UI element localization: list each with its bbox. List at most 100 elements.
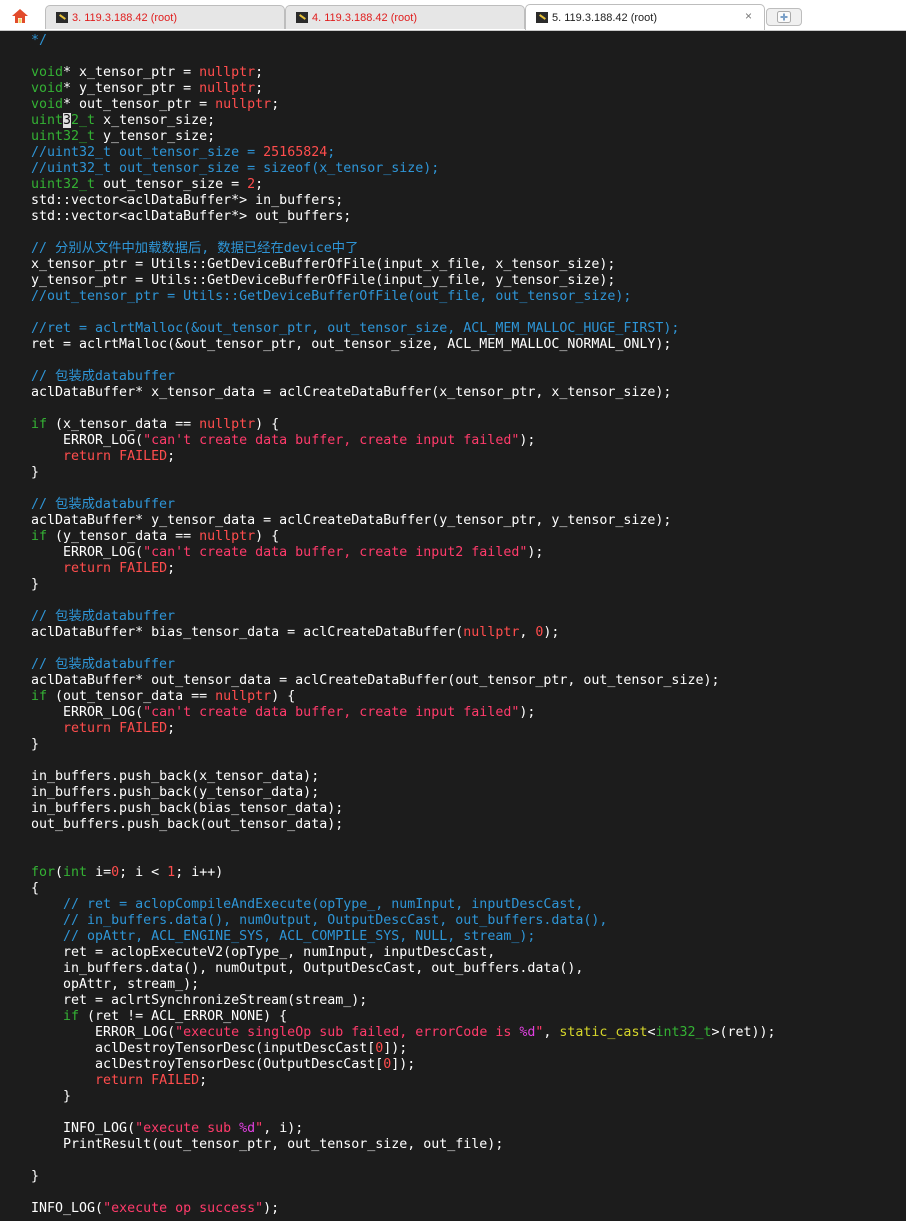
code-token: // 包装成databuffer [31, 609, 175, 624]
code-line: return FAILED; [31, 1073, 776, 1089]
code-line: // 包装成databuffer [31, 369, 776, 385]
home-button[interactable] [8, 5, 32, 27]
code-line: // 包装成databuffer [31, 609, 776, 625]
code-token: * out_tensor_ptr = [63, 97, 216, 112]
code-line: } [31, 1089, 776, 1105]
code-token: // ret = aclopCompileAndExecute(opType_,… [63, 897, 584, 912]
code-line: in_buffers.data(), numOutput, OutputDesc… [31, 961, 776, 977]
code-line: ERROR_LOG("can't create data buffer, cre… [31, 433, 776, 449]
new-tab-button[interactable] [766, 8, 802, 26]
code-token: if [31, 689, 48, 704]
code-token: // 包装成databuffer [31, 657, 175, 672]
terminal-editor[interactable]: */​void* x_tensor_ptr = nullptr;void* y_… [0, 31, 906, 1221]
code-token: } [31, 1169, 40, 1184]
code-line: //uint32_t out_tensor_size = sizeof(x_te… [31, 161, 776, 177]
code-line: INFO_LOG("execute op success"); [31, 1201, 776, 1217]
code-line: } [31, 577, 776, 593]
code-token: 2_t [71, 113, 96, 128]
code-token: "can't create data buffer, create input … [143, 705, 520, 720]
code-token: ; [167, 449, 176, 464]
code-token: aclDestroyTensorDesc(inputDescCast[ [31, 1041, 376, 1056]
code-line: } [31, 737, 776, 753]
code-token: "execute op success" [103, 1201, 264, 1216]
code-token: //out_tensor_ptr = Utils::GetDeviceBuffe… [31, 289, 632, 304]
code-token: ERROR_LOG( [31, 545, 144, 560]
code-line: ​ [31, 1105, 776, 1121]
code-token: return [63, 721, 112, 736]
code-token: nullptr [199, 529, 256, 544]
code-line: ​ [31, 1185, 776, 1201]
code-token: "can't create data buffer, create input … [143, 433, 520, 448]
tab-session-5[interactable]: 5. 119.3.188.42 (root) × [525, 4, 765, 30]
code-token: { [31, 881, 40, 896]
code-line: // 包装成databuffer [31, 657, 776, 673]
code-token: in_buffers.push_back(y_tensor_data); [31, 785, 320, 800]
code-line: aclDataBuffer* out_tensor_data = aclCrea… [31, 673, 776, 689]
code-line: ERROR_LOG("can't create data buffer, cre… [31, 545, 776, 561]
text-cursor: 3 [63, 113, 72, 128]
code-line: if (ret != ACL_ERROR_NONE) { [31, 1009, 776, 1025]
code-token: return [63, 561, 112, 576]
code-line: // 分别从文件中加载数据后, 数据已经在device中了 [31, 241, 776, 257]
code-token: FAILED [119, 561, 168, 576]
code-token: nullptr [199, 81, 256, 96]
tab-bar: 3. 119.3.188.42 (root) 4. 119.3.188.42 (… [0, 0, 906, 31]
code-line: aclDataBuffer* bias_tensor_data = aclCre… [31, 625, 776, 641]
code-line: ​ [31, 481, 776, 497]
code-token: opAttr, stream_); [31, 977, 200, 992]
code-token: , [519, 625, 536, 640]
code-token: nullptr [215, 97, 272, 112]
code-line: // opAttr, ACL_ENGINE_SYS, ACL_COMPILE_S… [31, 929, 776, 945]
code-token: aclDataBuffer* y_tensor_data = aclCreate… [31, 513, 672, 528]
code-line: uint32_t x_tensor_size; [31, 113, 776, 129]
code-token: if [31, 417, 48, 432]
code-line: ret = aclrtMalloc(&out_tensor_ptr, out_t… [31, 337, 776, 353]
tab-session-4[interactable]: 4. 119.3.188.42 (root) [285, 5, 525, 29]
code-token: * y_tensor_ptr = [63, 81, 200, 96]
code-token: if [63, 1009, 80, 1024]
code-line: ​ [31, 305, 776, 321]
code-token: x_tensor_size; [95, 113, 216, 128]
code-line: ret = aclopExecuteV2(opType_, numInput, … [31, 945, 776, 961]
code-line: in_buffers.push_back(x_tensor_data); [31, 769, 776, 785]
code-line: uint32_t out_tensor_size = 2; [31, 177, 776, 193]
code-line: */ [31, 33, 776, 49]
close-tab-button[interactable]: × [745, 9, 752, 23]
code-token: ERROR_LOG( [31, 1025, 176, 1040]
code-token: ; [255, 81, 264, 96]
code-line: ​ [31, 225, 776, 241]
code-token: (x_tensor_data == [47, 417, 200, 432]
code-line: ​ [31, 401, 776, 417]
code-line: if (out_tensor_data == nullptr) { [31, 689, 776, 705]
code-token: ; [167, 721, 176, 736]
code-token: nullptr [199, 65, 256, 80]
tab-session-3[interactable]: 3. 119.3.188.42 (root) [45, 5, 285, 29]
code-line: aclDataBuffer* y_tensor_data = aclCreate… [31, 513, 776, 529]
code-line: ​ [31, 641, 776, 657]
code-token: ; [255, 177, 264, 192]
tab-label: 5. 119.3.188.42 (root) [552, 11, 657, 24]
code-token: ]); [383, 1041, 408, 1056]
code-line: //ret = aclrtMalloc(&out_tensor_ptr, out… [31, 321, 776, 337]
code-token: uint32_t [31, 177, 96, 192]
code-token: "can't create data buffer, create input2… [143, 545, 528, 560]
terminal-icon [296, 12, 308, 23]
code-token: void [31, 65, 64, 80]
code-token: 1 [167, 865, 176, 880]
code-token: ) { [255, 417, 280, 432]
code-token: } [31, 1089, 72, 1104]
code-token: aclDestroyTensorDesc(OutputDescCast[ [31, 1057, 384, 1072]
code-line: opAttr, stream_); [31, 977, 776, 993]
code-listing: */​void* x_tensor_ptr = nullptr;void* y_… [31, 33, 776, 1217]
code-token: ) { [255, 529, 280, 544]
code-token: %d [239, 1121, 256, 1136]
code-line: ​ [31, 833, 776, 849]
code-line: } [31, 1169, 776, 1185]
code-token: */ [31, 33, 48, 48]
terminal-icon [56, 12, 68, 23]
